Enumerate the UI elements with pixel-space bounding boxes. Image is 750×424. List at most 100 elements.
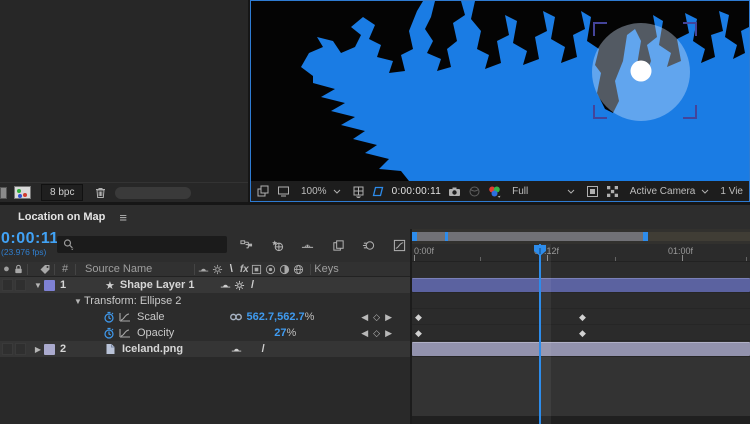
scale-value[interactable]: 562.7,562.7: [247, 311, 305, 323]
camera-value: Active Camera: [630, 186, 696, 197]
shy-toggle-icon[interactable]: [220, 280, 231, 291]
track-scale-property[interactable]: ◆ ◆: [412, 309, 750, 325]
layer-row-shape-layer-1[interactable]: ▼ 1 ★ Shape Layer 1 /: [0, 277, 410, 293]
graph-toggle-icon[interactable]: [119, 311, 131, 323]
view-dropdown[interactable]: Active Camera: [626, 184, 714, 199]
keyframe-diamond[interactable]: ◆: [579, 312, 586, 323]
property-row-opacity[interactable]: Opacity 27% ◀ ◇ ▶: [0, 325, 410, 341]
search-icon: [62, 238, 75, 251]
layer-duration-bar[interactable]: [412, 342, 750, 356]
monitor-icon[interactable]: [277, 185, 290, 198]
time-ruler[interactable]: 0:00f 00:12f 01:00f: [412, 244, 750, 262]
composite-preview-icon[interactable]: [257, 185, 270, 198]
quality-toggle[interactable]: /: [245, 279, 259, 291]
composition-canvas[interactable]: [251, 1, 749, 181]
opacity-label[interactable]: Opacity: [137, 327, 174, 339]
graph-editor-icon[interactable]: [393, 239, 406, 252]
lock-column-icon[interactable]: [13, 264, 24, 275]
group-expander[interactable]: ▼: [72, 297, 84, 306]
panel-edge-icon: [0, 187, 7, 199]
layer-duration-bar[interactable]: [412, 278, 750, 292]
layer-list: ● # Source Name \ fx Keys: [0, 262, 410, 424]
timeline-toolbar: [238, 236, 408, 254]
layer-expander[interactable]: ▼: [32, 281, 44, 290]
property-group-transform[interactable]: ▼ Transform: Ellipse 2: [0, 293, 410, 309]
composition-marker[interactable]: [445, 232, 448, 241]
keys-column-header[interactable]: Keys: [314, 263, 338, 275]
resolution-dropdown[interactable]: Full: [508, 184, 579, 199]
work-area-bar[interactable]: [412, 232, 648, 241]
magnification-value: 100%: [301, 186, 327, 197]
layer-label-color[interactable]: [44, 344, 55, 355]
quality-toggle[interactable]: /: [256, 343, 270, 355]
work-area-end-handle[interactable]: [643, 232, 648, 241]
prev-keyframe-button[interactable]: ◀: [361, 312, 368, 323]
layer-label-color[interactable]: [44, 280, 55, 291]
graph-toggle-icon[interactable]: [119, 327, 131, 339]
track-opacity-property[interactable]: ◆ ◆: [412, 325, 750, 341]
tab-location-on-map[interactable]: Location on Map: [18, 211, 105, 223]
magnification-dropdown[interactable]: 100%: [297, 184, 345, 199]
project-flowchart-icon[interactable]: [14, 186, 31, 199]
project-panel: 8 bpc: [0, 0, 248, 202]
prev-keyframe-button[interactable]: ◀: [361, 328, 368, 339]
shy-toggle-icon[interactable]: [231, 344, 242, 355]
layer-expander[interactable]: ▶: [32, 345, 44, 354]
collapse-switch-icon: [212, 264, 223, 275]
lock-toggle[interactable]: [15, 279, 26, 291]
video-toggle[interactable]: [2, 343, 13, 355]
choose-grid-guides-icon[interactable]: [352, 185, 365, 198]
timeline-search-input[interactable]: [57, 236, 227, 253]
layer-name[interactable]: Iceland.png: [122, 343, 183, 355]
lock-toggle[interactable]: [15, 343, 26, 355]
layer-name[interactable]: Shape Layer 1: [120, 279, 195, 291]
layer-row-iceland-png[interactable]: ▶ 2 Iceland.png /: [0, 341, 410, 357]
keyframe-diamond[interactable]: ◆: [579, 328, 586, 339]
motion-blur-icon[interactable]: [362, 239, 375, 252]
current-time-display[interactable]: 0:00:11: [1, 230, 59, 248]
region-of-interest-icon[interactable]: [372, 185, 385, 198]
stopwatch-icon[interactable]: [103, 327, 115, 339]
add-keyframe-button[interactable]: ◇: [373, 328, 380, 339]
keyframe-diamond[interactable]: ◆: [415, 312, 422, 323]
next-keyframe-button[interactable]: ▶: [385, 328, 392, 339]
next-keyframe-button[interactable]: ▶: [385, 312, 392, 323]
transform-group-label[interactable]: Transform: Ellipse 2: [84, 295, 181, 307]
transparency-grid-icon[interactable]: [586, 185, 599, 198]
current-time-indicator-line[interactable]: [539, 244, 541, 424]
bit-depth-button[interactable]: 8 bpc: [41, 184, 83, 201]
constrain-link-icon[interactable]: [229, 312, 243, 322]
panel-menu-icon[interactable]: ≡: [119, 210, 127, 225]
ruler-label-0: 0:00f: [414, 246, 434, 256]
frame-blending-icon[interactable]: [332, 239, 345, 252]
project-search-pill[interactable]: [115, 187, 191, 199]
viewer-timecode[interactable]: 0:00:00:11: [392, 186, 442, 197]
shy-layers-icon[interactable]: [301, 239, 314, 252]
channel-dropdown[interactable]: [488, 185, 501, 198]
track-shape-layer-1[interactable]: [412, 277, 750, 293]
current-time-indicator-head[interactable]: [533, 244, 547, 257]
collapse-toggle-icon[interactable]: [234, 280, 245, 291]
work-area-start-handle[interactable]: [412, 232, 417, 241]
viewer-toolbar: 100% 0:00:00:11 Full Active Camera 1 Vie: [251, 181, 749, 201]
video-toggle[interactable]: [2, 279, 13, 291]
scale-label[interactable]: Scale: [137, 311, 165, 323]
number-column-header[interactable]: #: [58, 263, 72, 275]
snapshot-camera-icon[interactable]: [448, 185, 461, 198]
opacity-value[interactable]: 27: [274, 327, 286, 339]
draft-3d-icon[interactable]: [271, 239, 284, 252]
show-snapshot-icon[interactable]: [468, 185, 481, 198]
source-name-column-header[interactable]: Source Name: [85, 263, 152, 275]
view-layout-dropdown[interactable]: 1 Vie: [720, 186, 743, 197]
add-keyframe-button[interactable]: ◇: [373, 312, 380, 323]
track-iceland-png[interactable]: [412, 341, 750, 357]
property-row-scale[interactable]: Scale 562.7,562.7% ◀ ◇ ▶: [0, 309, 410, 325]
label-column-icon[interactable]: [39, 263, 51, 275]
video-column-icon[interactable]: ●: [0, 263, 13, 275]
mini-flowchart-icon[interactable]: [240, 239, 253, 252]
keyframe-diamond[interactable]: ◆: [415, 328, 422, 339]
stopwatch-icon[interactable]: [103, 311, 115, 323]
pixel-aspect-correction-icon[interactable]: [606, 185, 619, 198]
resolution-value: Full: [512, 186, 528, 197]
trash-icon[interactable]: [94, 186, 107, 199]
